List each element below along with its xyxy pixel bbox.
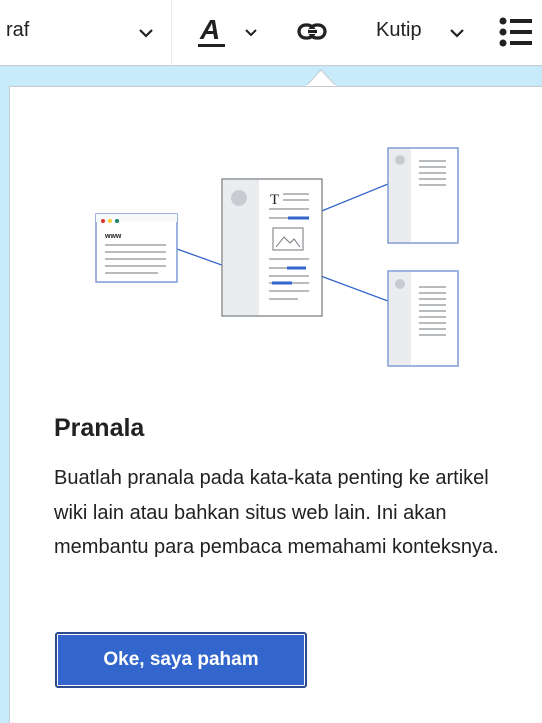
- chevron-down-icon[interactable]: [138, 28, 154, 38]
- paragraph-format-label[interactable]: raf: [6, 19, 29, 42]
- link-illustration: www T: [95, 147, 459, 367]
- editor-toolbar: raf A Kutip: [0, 0, 542, 66]
- text-style-underline: [198, 44, 225, 47]
- help-popup: www T Pranala Buatlah pranala pada kata-…: [9, 86, 542, 723]
- article-document-icon: T: [221, 178, 323, 317]
- linked-article-icon: [387, 270, 459, 367]
- text-style-icon: A: [200, 14, 221, 45]
- chevron-down-icon[interactable]: [244, 28, 258, 37]
- bullet-list-icon[interactable]: [499, 17, 533, 47]
- popup-description: Buatlah pranala pada kata-kata penting k…: [54, 467, 499, 558]
- browser-window-icon: www: [95, 213, 178, 283]
- popup-title: Pranala: [54, 414, 145, 442]
- quote-format-label[interactable]: Kutip: [376, 19, 422, 42]
- browser-url-text: www: [104, 233, 122, 240]
- popup-pointer: [306, 69, 336, 86]
- linked-article-icon: [387, 147, 459, 244]
- text-style-button[interactable]: A: [198, 12, 228, 52]
- link-icon[interactable]: [296, 20, 330, 44]
- chevron-down-icon[interactable]: [449, 28, 465, 38]
- toolbar-divider: [171, 0, 172, 65]
- dismiss-button[interactable]: Oke, saya paham: [55, 632, 307, 688]
- doc-heading-letter: T: [270, 192, 279, 208]
